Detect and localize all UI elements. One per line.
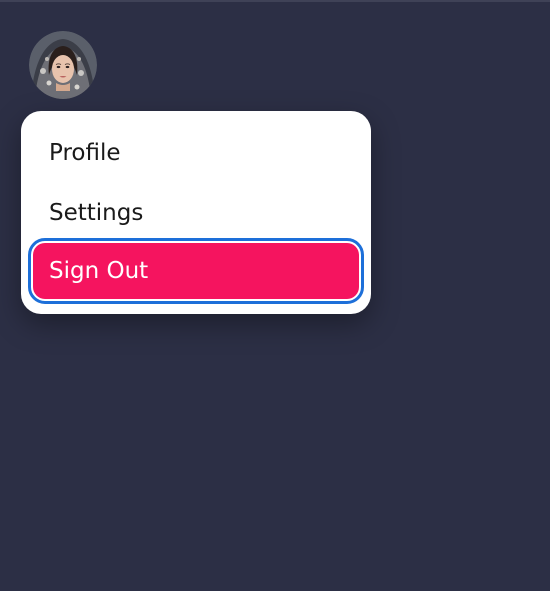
menu-item-profile[interactable]: Profile bbox=[33, 124, 359, 182]
user-dropdown-menu: Profile Settings Sign Out bbox=[21, 111, 371, 314]
avatar[interactable] bbox=[29, 31, 97, 99]
menu-item-settings[interactable]: Settings bbox=[33, 184, 359, 242]
menu-item-sign-out[interactable]: Sign Out bbox=[28, 238, 364, 304]
avatar-photo bbox=[29, 31, 97, 99]
window-top-border bbox=[0, 0, 550, 2]
